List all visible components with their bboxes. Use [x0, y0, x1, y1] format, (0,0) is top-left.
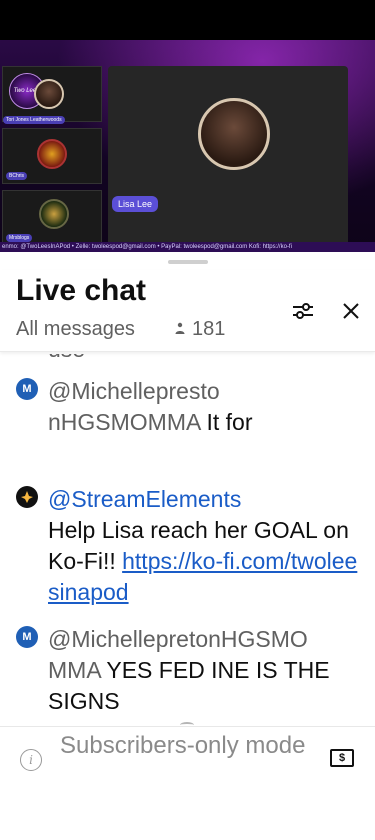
viewer-count: 181	[174, 318, 225, 341]
partial-message-text: use	[48, 354, 85, 363]
super-chat-icon[interactable]: $	[330, 749, 354, 767]
settings-sliders-icon[interactable]	[288, 296, 318, 326]
user-avatar[interactable]: M	[16, 626, 38, 648]
guest-avatar-1	[34, 79, 64, 109]
guest-label-3: Mrsblogs	[6, 234, 33, 242]
video-player[interactable]: Two Lee's Tori Jones Leatherwoods BChris…	[0, 40, 375, 252]
message-body: @Michellepresto nHGSMOMMA It for	[48, 376, 361, 438]
chat-message-list[interactable]: use M @Michellepresto nHGSMOMMA It for @…	[0, 354, 375, 726]
drag-handle[interactable]	[168, 260, 208, 264]
close-icon[interactable]	[336, 296, 366, 326]
host-stage	[108, 66, 348, 252]
person-icon	[174, 321, 186, 338]
guest-label-1: Tori Jones Leatherwoods	[3, 116, 65, 124]
live-chat-panel: Live chat All messages 181 use M	[0, 252, 375, 840]
chat-header: Live chat All messages 181	[0, 270, 375, 352]
chat-message: M @Michellepresto nHGSMOMMA It for	[16, 376, 361, 476]
message-author[interactable]: @StreamElements	[48, 486, 241, 512]
subscribers-only-notice: Subscribers-only mode	[60, 732, 306, 759]
message-text: It for	[200, 409, 253, 435]
guest-avatar-2	[37, 139, 67, 169]
info-icon[interactable]: i	[20, 749, 42, 771]
chat-message: M @MichellepretonHGSMO MMA YES FED INE I…	[16, 624, 361, 724]
donation-ticker: enmo: @TwoLeesInAPod • Zelle: twoleespod…	[0, 242, 375, 252]
chat-filter-dropdown[interactable]: All messages	[16, 318, 135, 341]
chat-title: Live chat	[16, 274, 147, 307]
host-name-badge: Lisa Lee	[112, 196, 159, 212]
stream-elements-avatar[interactable]	[16, 486, 38, 508]
guest-label-2: BChris	[6, 172, 28, 180]
message-author[interactable]: @Michellepresto nHGSMOMMA	[48, 378, 220, 435]
chat-input-area: i Subscribers-only mode $	[0, 726, 375, 840]
message-body: @MichellepretonHGSMO MMA YES FED INE IS …	[48, 624, 361, 717]
guest-cam-2: BChris	[2, 128, 102, 184]
chat-message: @StreamElements Help Lisa reach her GOAL…	[16, 484, 361, 614]
guest-avatar-3	[39, 199, 69, 229]
viewer-count-value: 181	[192, 318, 226, 340]
guest-cameras: Two Lee's Tori Jones Leatherwoods BChris…	[0, 66, 103, 252]
guest-cam-3: Mrsblogs	[2, 190, 102, 246]
message-body: @StreamElements Help Lisa reach her GOAL…	[48, 484, 361, 608]
host-avatar	[198, 98, 270, 170]
status-bar	[0, 0, 375, 40]
user-avatar[interactable]: M	[16, 378, 38, 400]
